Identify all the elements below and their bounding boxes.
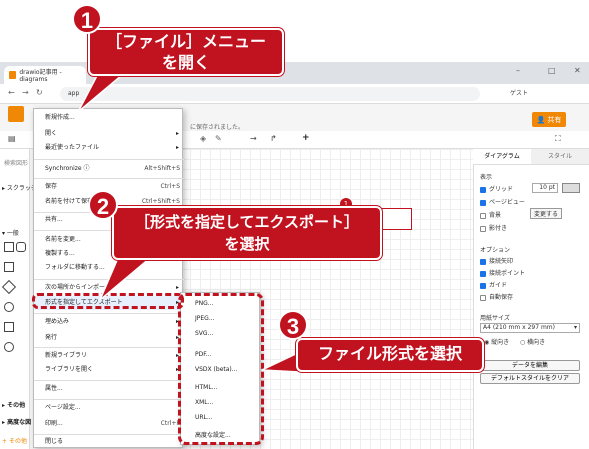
step1-number: 1 <box>72 4 102 34</box>
callout3-pointer <box>261 350 301 373</box>
callout-step3: ファイル形式を選択 <box>296 338 484 372</box>
callout2-pointer <box>99 257 153 301</box>
callout-step2: ［形式を指定してエクスポート］ を選択 <box>112 206 382 260</box>
callout1-pointer <box>77 69 131 113</box>
step2-number: 2 <box>88 190 118 220</box>
callout-step1: ［ファイル］メニュー を開く <box>88 28 284 76</box>
step3-number: 3 <box>278 310 308 340</box>
